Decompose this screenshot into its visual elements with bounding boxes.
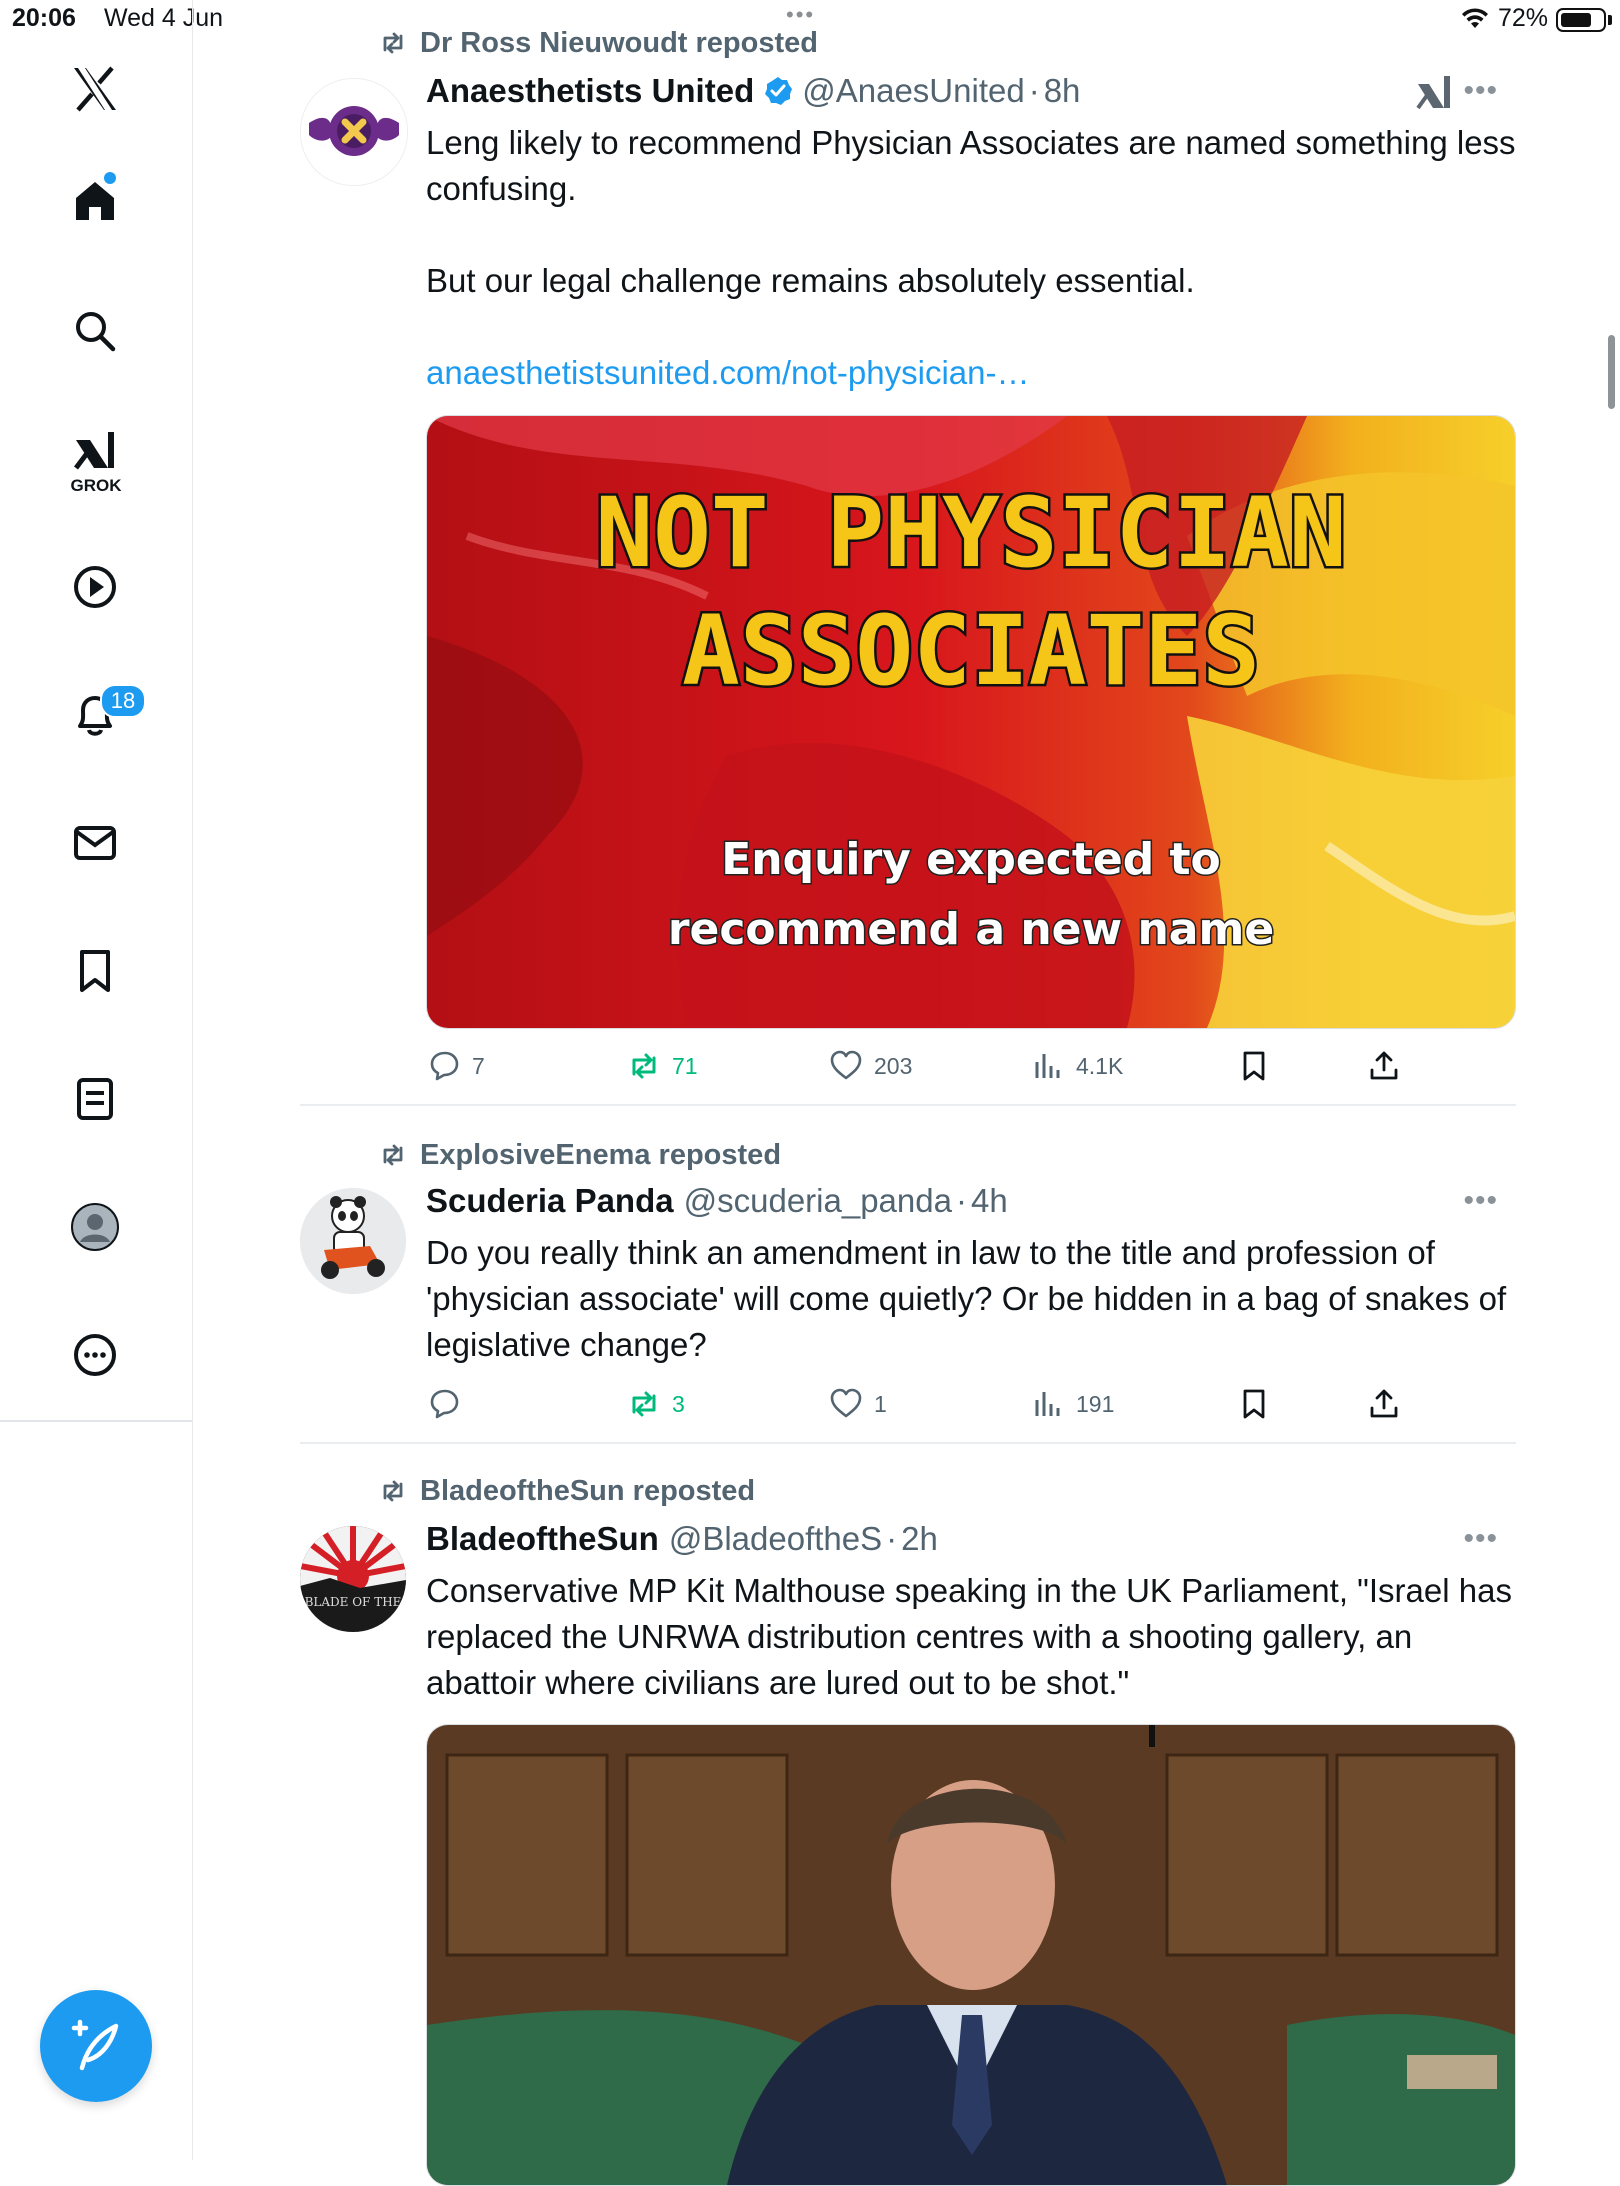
sidebar-divider — [0, 1420, 192, 1422]
handle[interactable]: @scuderia_panda — [684, 1182, 952, 1220]
repost-indicator: Dr Ross Nieuwoudt reposted — [378, 26, 818, 60]
x-logo-icon[interactable] — [70, 64, 120, 114]
image-title-line-2: ASSOCIATES — [682, 595, 1260, 707]
tweet-separator — [300, 1104, 1516, 1106]
display-name[interactable]: Scuderia Panda — [426, 1182, 674, 1220]
view-count: 191 — [1076, 1390, 1115, 1417]
view-count: 4.1K — [1076, 1052, 1124, 1079]
home-unread-dot — [104, 172, 116, 184]
like-button[interactable]: 1 — [828, 1382, 887, 1426]
avatar[interactable]: BLADE OF THE — [300, 1526, 406, 1632]
more-options-icon[interactable]: ••• — [1463, 74, 1498, 108]
sidebar: GROK 18 — [0, 0, 193, 2160]
bookmark-icon[interactable] — [70, 946, 120, 996]
image-subtitle-line-1: Enquiry expected to — [721, 834, 1221, 885]
display-name[interactable]: BladeoftheSun — [426, 1520, 659, 1558]
tweet-link[interactable]: anaesthetistsunited.com/not-physician-… — [426, 354, 1029, 391]
article-icon[interactable] — [70, 1074, 120, 1124]
tweet-text: Leng likely to recommend Physician Assoc… — [426, 124, 1516, 391]
reply-count: 7 — [472, 1052, 485, 1079]
grok-icon[interactable] — [70, 426, 120, 476]
scrollbar[interactable] — [1608, 335, 1615, 409]
avatar-icon[interactable] — [70, 1202, 120, 1252]
wifi-icon — [1462, 8, 1488, 28]
verified-badge-icon — [765, 77, 793, 105]
tweet-text: Conservative MP Kit Malthouse speaking i… — [426, 1572, 1522, 1701]
views-chart-icon — [1035, 1392, 1060, 1416]
views-button[interactable]: 4.1K — [1030, 1044, 1123, 1088]
parliament-video-frame — [427, 1725, 1515, 2185]
bookmark-icon — [1243, 1051, 1265, 1081]
repost-icon — [383, 32, 403, 54]
compose-icon — [71, 2019, 119, 2071]
share-icon — [1370, 1051, 1398, 1080]
image-subtitle-line-2: recommend a new name — [668, 904, 1274, 955]
repost-indicator: ExplosiveEnema reposted — [378, 1138, 781, 1172]
tweet-header: BladeoftheSun @BladeoftheS · 2h — [426, 1520, 938, 1558]
compose-button[interactable] — [40, 1990, 152, 2102]
tweet-header: Anaesthetists United @AnaesUnited · 8h — [426, 72, 1081, 110]
display-name[interactable]: Anaesthetists United — [426, 72, 754, 110]
battery-percent: 72% — [1498, 4, 1549, 32]
tweet-text: Do you really think an amendment in law … — [426, 1234, 1516, 1363]
heart-icon — [830, 1388, 862, 1418]
share-button[interactable] — [1366, 1044, 1402, 1088]
timestamp[interactable]: 4h — [971, 1182, 1008, 1220]
like-count: 203 — [874, 1052, 913, 1079]
tweet-image[interactable]: NOT PHYSICIAN ASSOCIATES Enquiry expecte… — [426, 415, 1516, 1029]
tweet-video[interactable] — [426, 1724, 1516, 2186]
notification-badge: 18 — [100, 684, 146, 718]
repost-icon — [632, 1053, 656, 1079]
tweet-header: Scuderia Panda @scuderia_panda · 4h — [426, 1182, 1008, 1220]
reply-button[interactable]: 7 — [426, 1044, 485, 1088]
bookmark-button[interactable] — [1236, 1382, 1272, 1426]
multitasking-dots-icon[interactable]: ••• — [786, 2, 815, 28]
more-options-icon[interactable]: ••• — [1463, 1522, 1498, 1556]
grok-label: GROK — [70, 476, 122, 495]
avatar[interactable] — [300, 1188, 406, 1294]
bookmark-button[interactable] — [1236, 1044, 1272, 1088]
play-icon[interactable] — [70, 562, 120, 612]
share-icon — [1370, 1389, 1398, 1418]
repost-icon — [632, 1391, 656, 1417]
search-icon[interactable] — [70, 306, 120, 356]
repost-indicator: BladeoftheSun reposted — [378, 1474, 755, 1508]
handle[interactable]: @AnaesUnited — [802, 72, 1024, 110]
repost-count: 3 — [672, 1390, 685, 1417]
repost-count: 71 — [672, 1052, 698, 1079]
avatar-text: BLADE OF THE — [305, 1595, 402, 1609]
avatar[interactable] — [300, 78, 408, 186]
repost-icon — [383, 1144, 403, 1166]
share-button[interactable] — [1366, 1382, 1402, 1426]
views-chart-icon — [1035, 1054, 1060, 1078]
tweet-separator — [300, 1442, 1516, 1444]
timestamp[interactable]: 2h — [901, 1520, 938, 1558]
timestamp[interactable]: 8h — [1044, 72, 1081, 110]
reply-icon — [430, 1051, 459, 1081]
tweet-actions: 7 71 203 4.1K — [426, 1044, 1514, 1088]
repost-icon — [383, 1480, 403, 1502]
views-button[interactable]: 191 — [1030, 1382, 1114, 1426]
reply-icon — [430, 1389, 459, 1419]
like-count: 1 — [874, 1390, 887, 1417]
more-options-icon[interactable]: ••• — [1463, 1184, 1498, 1218]
home-icon[interactable] — [70, 176, 120, 226]
reply-button[interactable] — [426, 1382, 472, 1426]
battery-icon — [1556, 8, 1606, 32]
handle[interactable]: @BladeoftheS — [669, 1520, 882, 1558]
more-circle-icon[interactable] — [70, 1330, 120, 1380]
mail-icon[interactable] — [70, 818, 120, 868]
like-button[interactable]: 203 — [828, 1044, 912, 1088]
grok-explain-icon[interactable] — [1414, 72, 1454, 112]
bookmark-icon — [1243, 1389, 1265, 1419]
heart-icon — [830, 1050, 862, 1080]
tweet-actions: 3 1 191 — [426, 1382, 1514, 1426]
image-title-line-1: NOT PHYSICIAN — [595, 477, 1346, 589]
repost-button[interactable]: 71 — [626, 1044, 698, 1088]
repost-button[interactable]: 3 — [626, 1382, 685, 1426]
paint-background: NOT PHYSICIAN ASSOCIATES Enquiry expecte… — [427, 416, 1515, 1028]
